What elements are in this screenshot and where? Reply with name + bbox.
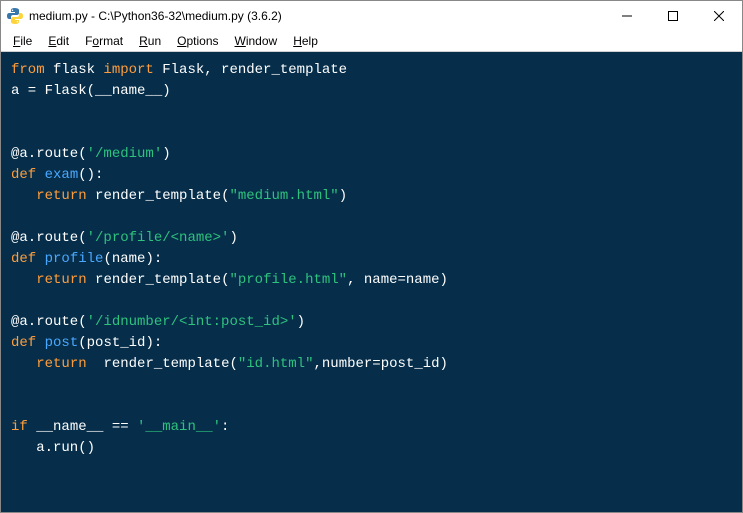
menu-window[interactable]: Window [227, 32, 286, 50]
python-idle-icon [7, 8, 23, 24]
menu-file[interactable]: File [5, 32, 40, 50]
maximize-button[interactable] [650, 1, 696, 31]
code-line: def post(post_id): [11, 333, 732, 354]
code-line: from flask import Flask, render_template [11, 60, 732, 81]
code-line [11, 207, 732, 228]
close-button[interactable] [696, 1, 742, 31]
menu-edit[interactable]: Edit [40, 32, 77, 50]
menu-bar: File Edit Format Run Options Window Help [1, 31, 742, 52]
code-line [11, 375, 732, 396]
menu-format[interactable]: Format [77, 32, 131, 50]
code-line [11, 102, 732, 123]
code-line: def exam(): [11, 165, 732, 186]
code-line: @a.route('/idnumber/<int:post_id>') [11, 312, 732, 333]
code-line [11, 123, 732, 144]
menu-help[interactable]: Help [285, 32, 326, 50]
menu-options[interactable]: Options [169, 32, 226, 50]
code-editor[interactable]: from flask import Flask, render_template… [1, 52, 742, 512]
code-line: @a.route('/medium') [11, 144, 732, 165]
code-line: return render_template("profile.html", n… [11, 270, 732, 291]
window-controls [604, 1, 742, 31]
code-line: @a.route('/profile/<name>') [11, 228, 732, 249]
window-titlebar: medium.py - C:\Python36-32\medium.py (3.… [1, 1, 742, 31]
code-line: a.run() [11, 438, 732, 459]
window-title: medium.py - C:\Python36-32\medium.py (3.… [29, 9, 604, 23]
code-line: a = Flask(__name__) [11, 81, 732, 102]
minimize-button[interactable] [604, 1, 650, 31]
code-line: return render_template("id.html",number=… [11, 354, 732, 375]
code-line [11, 396, 732, 417]
code-line: if __name__ == '__main__': [11, 417, 732, 438]
menu-run[interactable]: Run [131, 32, 169, 50]
code-line: def profile(name): [11, 249, 732, 270]
code-line [11, 291, 732, 312]
code-line: return render_template("medium.html") [11, 186, 732, 207]
